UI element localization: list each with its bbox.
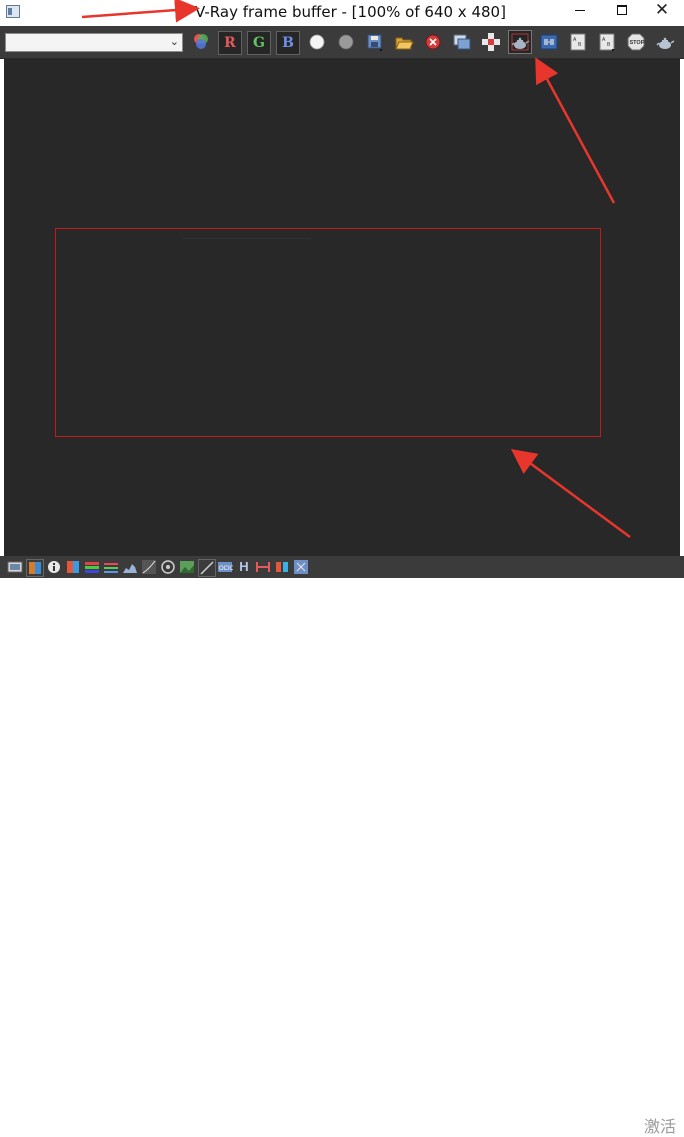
svg-text:OCIO: OCIO (219, 566, 233, 572)
maximize-button[interactable] (608, 0, 636, 22)
ocio-icon[interactable]: OCIO (217, 559, 233, 575)
svg-text:STOP: STOP (630, 40, 645, 46)
window-bottom-edge (0, 578, 684, 586)
title-bar: V-Ray frame buffer - [100% of 640 x 480]… (0, 0, 684, 26)
history-icon[interactable] (7, 559, 23, 575)
vfb-toolbar: ⌄ R G B AB AB STOP (0, 26, 684, 59)
open-folder-icon[interactable] (393, 31, 415, 53)
chevron-down-icon: ⌄ (169, 36, 179, 48)
vfb-bottom-toolbar: OCIO H 激活 (0, 556, 684, 1136)
color-corrections-icon[interactable] (26, 559, 44, 577)
color-wheel-icon[interactable] (190, 31, 212, 53)
window-title: V-Ray frame buffer - [100% of 640 x 480] (195, 3, 506, 21)
b-channel-button[interactable]: B (276, 31, 300, 55)
lens-effects-icon[interactable] (160, 559, 176, 575)
minimize-button[interactable] (566, 0, 594, 22)
close-button[interactable]: ✕ (640, 0, 684, 22)
compare-b-icon[interactable]: AB (596, 31, 618, 53)
stop-icon[interactable]: STOP (625, 31, 647, 53)
minimize-icon (575, 10, 585, 11)
background-image-icon[interactable] (179, 559, 195, 575)
g-channel-button[interactable]: G (247, 31, 271, 55)
render-teapot-icon[interactable] (654, 31, 676, 53)
info-icon[interactable] (46, 559, 62, 575)
levels-icon[interactable] (103, 559, 119, 575)
exposure-icon[interactable] (65, 559, 81, 575)
lut-icon[interactable] (198, 559, 216, 577)
maximize-icon (617, 5, 627, 15)
r-channel-button[interactable]: R (218, 31, 242, 55)
compare-a-icon[interactable]: AB (567, 31, 589, 53)
lens-icon[interactable] (293, 559, 309, 575)
gray-dot-icon[interactable] (335, 31, 357, 53)
render-channel-select[interactable]: ⌄ (5, 33, 183, 52)
track-mouse-icon[interactable] (480, 31, 502, 53)
pixel-aspect-icon[interactable] (255, 559, 271, 575)
activation-watermark: 激活 (644, 1117, 677, 1136)
link-icon[interactable] (538, 31, 560, 53)
white-dot-icon[interactable] (306, 31, 328, 53)
duplicate-icon[interactable] (451, 31, 473, 53)
region-render-icon[interactable] (508, 30, 532, 54)
close-icon: ✕ (654, 0, 670, 19)
hsl-icon[interactable] (84, 559, 100, 575)
histogram-icon[interactable] (122, 559, 138, 575)
clear-icon[interactable] (422, 31, 444, 53)
save-icon[interactable] (364, 31, 386, 53)
curves-icon[interactable] (141, 559, 157, 575)
render-region-box[interactable] (55, 228, 601, 437)
app-icon[interactable] (6, 5, 20, 18)
stereo-icon[interactable] (274, 559, 290, 575)
h-button[interactable]: H (236, 559, 252, 575)
